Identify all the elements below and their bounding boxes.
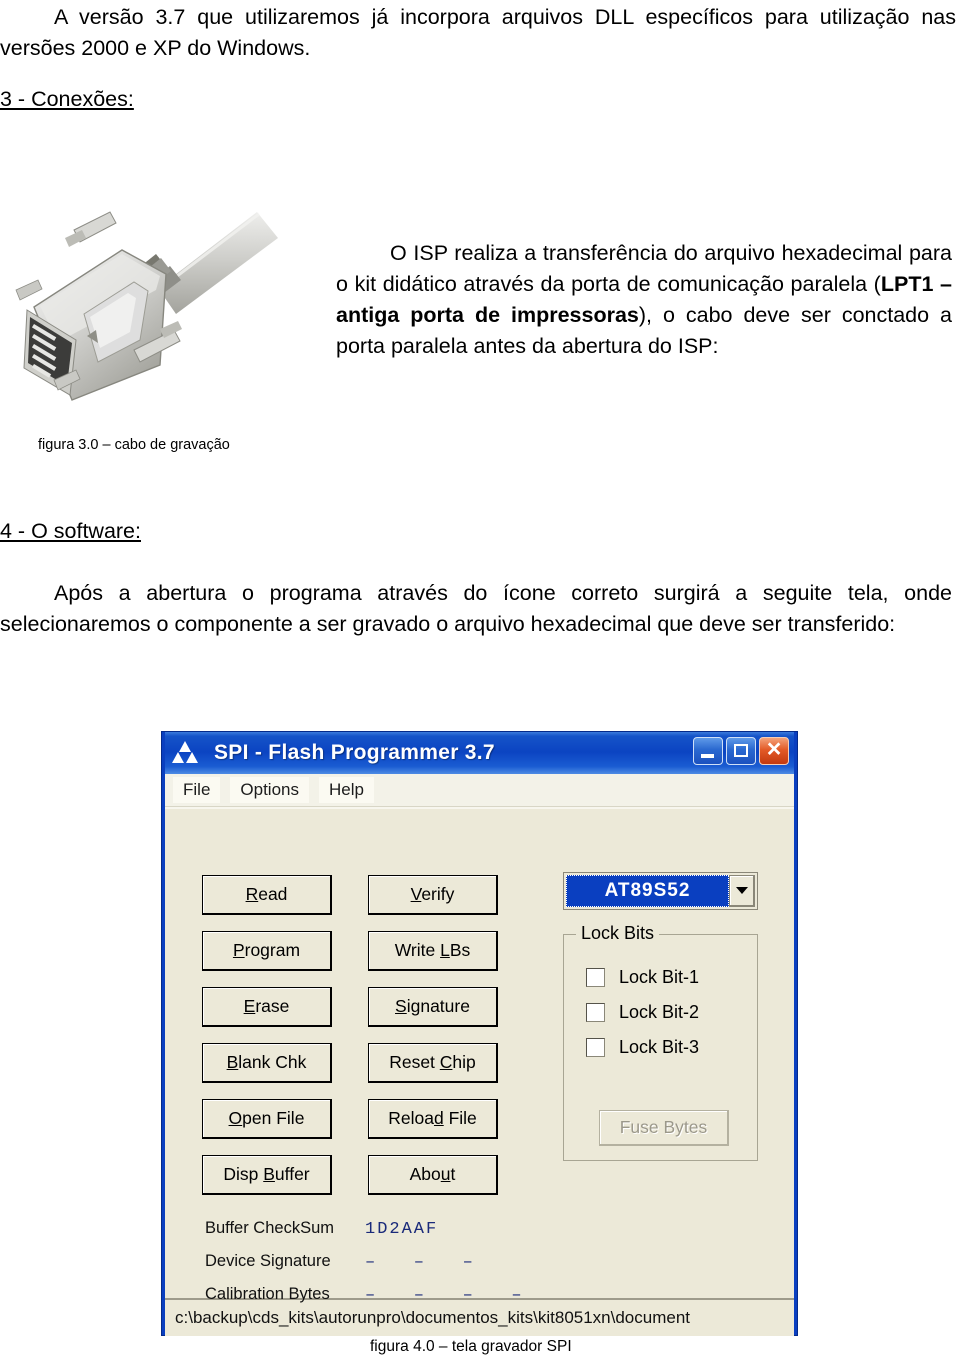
status-value-2: – – – – (365, 1286, 524, 1305)
lock-bits-rows: Lock Bit-1 Lock Bit-2 Lock Bit-3 (564, 967, 757, 1058)
chevron-down-icon[interactable] (729, 875, 755, 907)
button-label: Read (245, 884, 288, 904)
lock-bit-checkbox-3[interactable] (586, 1038, 605, 1057)
intro-paragraph: A versão 3.7 que utilizaremos já incorpo… (0, 5, 956, 60)
status-label-1: Device Signature (205, 1252, 331, 1270)
menu-bar: File Options Help (165, 774, 794, 807)
lock-bit-row-1[interactable]: Lock Bit-1 (586, 967, 757, 988)
spi-flash-programmer-window: SPI - Flash Programmer 3.7 File Options … (161, 731, 798, 1336)
status-row-1: Device Signature – – – (205, 1252, 524, 1272)
action-button-right-2[interactable]: Signature (368, 987, 498, 1027)
action-button-right-1[interactable]: Write LBs (368, 931, 498, 971)
status-block: Buffer CheckSum 1D2AAF Device Signature – –… (205, 1219, 524, 1318)
lock-bit-row-3[interactable]: Lock Bit-3 (586, 1037, 757, 1058)
action-button-column-left: Read Program Erase Blank Chk Open File Disp B… (202, 875, 332, 1211)
action-button-left-5[interactable]: Disp Buffer (202, 1155, 332, 1195)
action-button-left-2[interactable]: Erase (202, 987, 332, 1027)
button-label: Reset Chip (389, 1052, 476, 1072)
device-select[interactable]: AT89S52 (563, 872, 758, 910)
button-label: Erase (243, 996, 290, 1016)
device-select-value: AT89S52 (566, 875, 729, 907)
status-value-1: – – – (365, 1253, 475, 1272)
lock-bit-label-2: Lock Bit-2 (619, 1002, 700, 1022)
figure-4-caption: figura 4.0 – tela gravador SPI (370, 1338, 572, 1355)
action-button-right-4[interactable]: Reload File (368, 1099, 498, 1139)
menu-file[interactable]: File (173, 777, 221, 803)
lock-bits-group: Lock Bits Lock Bit-1 Lock Bit-2 Lock Bit-3… (563, 923, 758, 1161)
button-label: Program (232, 940, 301, 960)
action-button-left-0[interactable]: Read (202, 875, 332, 915)
fuse-bytes-label: Fuse Bytes (619, 1117, 708, 1137)
button-label: Disp Buffer (223, 1164, 310, 1184)
status-row-2: Calibration Bytes – – – – (205, 1285, 524, 1305)
figure-3-caption: figura 3.0 – cabo de gravação (38, 437, 230, 453)
button-label: Blank Chk (226, 1052, 307, 1072)
action-button-left-3[interactable]: Blank Chk (202, 1043, 332, 1083)
status-row-0: Buffer CheckSum 1D2AAF (205, 1219, 524, 1239)
action-button-right-0[interactable]: Verify (368, 875, 498, 915)
button-label: About (409, 1164, 456, 1184)
lock-bit-checkbox-1[interactable] (586, 968, 605, 987)
action-button-right-5[interactable]: About (368, 1155, 498, 1195)
cable-photo-figure (10, 190, 300, 420)
lock-bit-checkbox-2[interactable] (586, 1003, 605, 1022)
status-label-0: Buffer CheckSum (205, 1219, 335, 1237)
lock-bit-label-3: Lock Bit-3 (619, 1037, 700, 1057)
fuse-bytes-button[interactable]: Fuse Bytes (599, 1110, 729, 1146)
action-button-left-1[interactable]: Program (202, 931, 332, 971)
status-label-2: Calibration Bytes (205, 1285, 330, 1303)
window-controls (693, 735, 789, 765)
action-button-left-4[interactable]: Open File (202, 1099, 332, 1139)
button-label: Open File (228, 1108, 305, 1128)
menu-help[interactable]: Help (319, 777, 374, 803)
lock-bits-legend: Lock Bits (576, 923, 660, 944)
button-label: Signature (395, 996, 470, 1016)
minimize-button[interactable] (693, 737, 723, 765)
menu-options[interactable]: Options (230, 777, 309, 803)
window-title: SPI - Flash Programmer 3.7 (214, 741, 495, 764)
button-label: Reload File (388, 1108, 477, 1128)
window-client-area: Read Program Erase Blank Chk Open File Disp B… (165, 807, 794, 1305)
lock-bit-label-1: Lock Bit-1 (619, 967, 700, 987)
lock-bit-row-2[interactable]: Lock Bit-2 (586, 1002, 757, 1023)
atmel-triangles-icon (170, 738, 200, 768)
action-button-column-right: Verify Write LBs Signature Reset Chip Reload… (368, 875, 498, 1211)
action-button-right-3[interactable]: Reset Chip (368, 1043, 498, 1083)
close-button[interactable] (759, 735, 789, 765)
button-label: Verify (410, 884, 455, 904)
button-label: Write LBs (394, 940, 471, 960)
heading-software: 4 - O software: (0, 519, 141, 543)
isp-paragraph: O ISP realiza a transferência do arquivo… (336, 241, 953, 358)
heading-conexoes: 3 - Conexões: (0, 87, 134, 111)
software-paragraph: Após a abertura o programa através do íc… (0, 581, 952, 636)
maximize-button[interactable] (726, 737, 756, 765)
status-value-0: 1D2AAF (365, 1220, 439, 1239)
window-title-bar: SPI - Flash Programmer 3.7 (165, 732, 794, 774)
